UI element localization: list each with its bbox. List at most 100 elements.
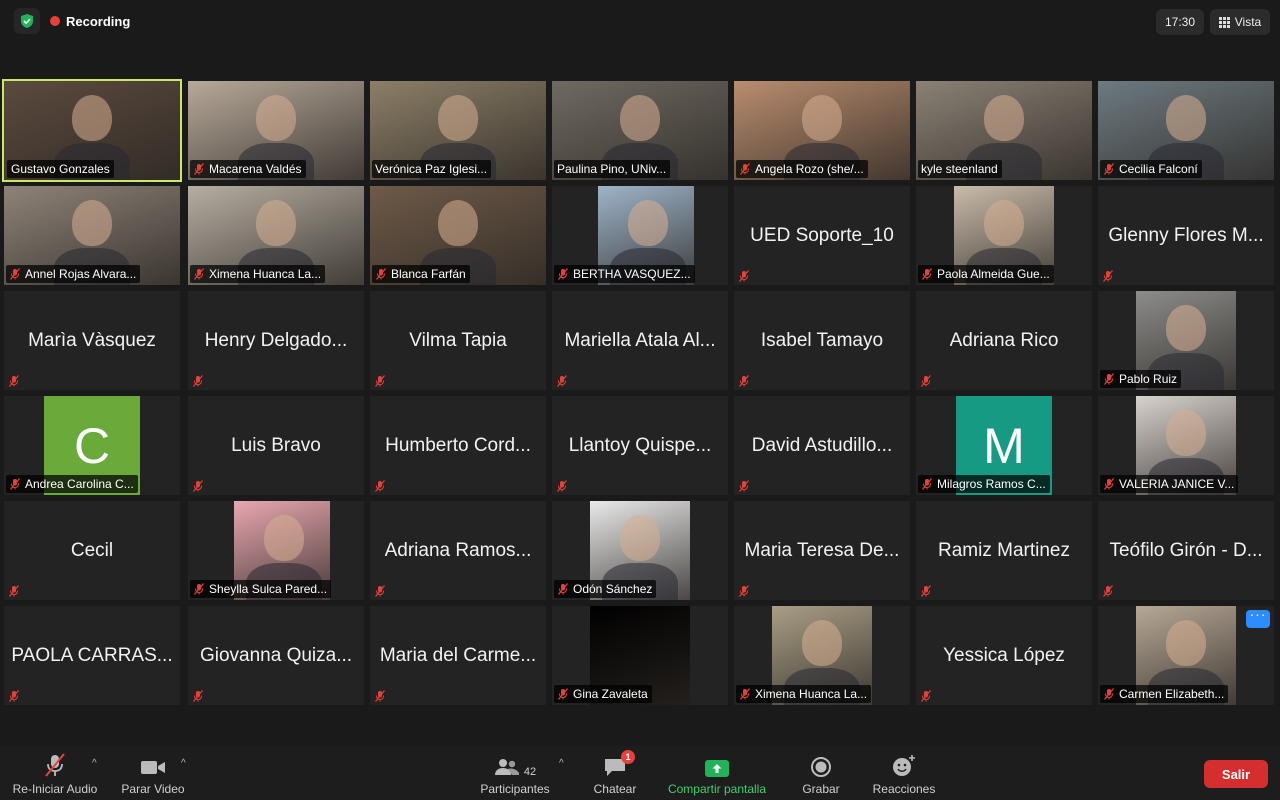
- participant-tile[interactable]: Marìa Vàsquez: [4, 291, 180, 390]
- muted-mic-icon: [1102, 269, 1114, 282]
- participant-tile[interactable]: Glenny Flores M...: [1098, 186, 1274, 285]
- participant-tile[interactable]: Gina Zavaleta: [552, 606, 728, 705]
- record-button[interactable]: Grabar: [796, 746, 846, 800]
- participant-name-text: Andrea Carolina C...: [25, 477, 134, 491]
- participant-tile[interactable]: Blanca Farfán: [370, 186, 546, 285]
- participant-tile[interactable]: Cecil: [4, 501, 180, 600]
- muted-mic-icon: [738, 374, 750, 387]
- video-options-chevron-icon[interactable]: ^: [181, 758, 186, 769]
- participant-name-label: Cecilia Falconí: [1100, 160, 1202, 178]
- face-silhouette: [72, 200, 112, 246]
- participant-tile[interactable]: Angela Rozo (she/...: [734, 81, 910, 180]
- participant-tile[interactable]: Odón Sánchez: [552, 501, 728, 600]
- participant-name-text: Ramiz Martinez: [938, 539, 1070, 561]
- muted-mic-icon: [557, 268, 573, 280]
- participant-tile[interactable]: Henry Delgado...: [188, 291, 364, 390]
- participant-name-text: Carmen Elizabeth...: [1119, 687, 1225, 701]
- muted-mic-icon: [375, 268, 391, 280]
- participant-tile[interactable]: Cecilia Falconí: [1098, 81, 1274, 180]
- meeting-clock: 17:30: [1156, 9, 1204, 35]
- participants-button[interactable]: 42 Participantes: [476, 746, 554, 800]
- participant-tile[interactable]: Llantoy Quispe...: [552, 396, 728, 495]
- participant-name-text: David Astudillo...: [751, 434, 893, 456]
- participant-tile[interactable]: PAOLA CARRAS...: [4, 606, 180, 705]
- participant-tile[interactable]: Adriana Rico: [916, 291, 1092, 390]
- participant-tile[interactable]: Macarena Valdés: [188, 81, 364, 180]
- leave-button[interactable]: Salir: [1204, 760, 1268, 788]
- record-button-label: Grabar: [802, 782, 840, 796]
- muted-mic-icon: [738, 479, 750, 492]
- participant-tile[interactable]: Carmen Elizabeth... ···: [1098, 606, 1274, 705]
- face-silhouette: [1166, 620, 1206, 666]
- participant-tile[interactable]: Yessica López: [916, 606, 1092, 705]
- participant-tile[interactable]: Paulina Pino, UNiv...: [552, 81, 728, 180]
- share-screen-button[interactable]: Compartir pantalla: [662, 746, 772, 800]
- participant-tile[interactable]: M Milagros Ramos C...: [916, 396, 1092, 495]
- participant-tile[interactable]: Maria Teresa De...: [734, 501, 910, 600]
- participant-tile[interactable]: C Andrea Carolina C...: [4, 396, 180, 495]
- video-button[interactable]: Parar Video: [118, 746, 188, 800]
- participant-display-name: Henry Delgado...: [188, 291, 364, 390]
- meeting-toolbar: Re-Iniciar Audio ^ Parar Video ^ 42 Part…: [0, 746, 1280, 800]
- face-silhouette: [1166, 95, 1206, 141]
- reactions-smiley-icon: [891, 746, 917, 778]
- face-silhouette: [984, 200, 1024, 246]
- muted-mic-icon: [921, 268, 937, 280]
- audio-options-chevron-icon[interactable]: ^: [92, 758, 97, 769]
- participant-tile[interactable]: Annel Rojas Alvara...: [4, 186, 180, 285]
- security-shield-icon[interactable]: [14, 8, 40, 34]
- more-options-button[interactable]: ···: [1246, 607, 1270, 628]
- muted-mic-icon: [192, 689, 204, 702]
- participant-tile[interactable]: Verónica Paz Iglesi...: [370, 81, 546, 180]
- face-silhouette: [802, 95, 842, 141]
- participant-tile[interactable]: Paola Almeida Gue...: [916, 186, 1092, 285]
- participant-tile[interactable]: Isabel Tamayo: [734, 291, 910, 390]
- participant-name-label: Macarena Valdés: [190, 160, 306, 178]
- participant-tile[interactable]: Luis Bravo: [188, 396, 364, 495]
- chat-button[interactable]: 1 Chatear: [590, 746, 640, 800]
- participant-tile[interactable]: Vilma Tapia: [370, 291, 546, 390]
- participant-tile[interactable]: Pablo Ruiz: [1098, 291, 1274, 390]
- participant-tile[interactable]: kyle steenland: [916, 81, 1092, 180]
- participant-name-label: Ximena Huanca La...: [736, 685, 872, 703]
- participant-tile[interactable]: Mariella Atala Al...: [552, 291, 728, 390]
- participant-tile[interactable]: BERTHA VASQUEZ...: [552, 186, 728, 285]
- participant-tile[interactable]: Giovanna Quiza...: [188, 606, 364, 705]
- recording-indicator[interactable]: Recording: [44, 8, 140, 34]
- participant-tile[interactable]: Teófilo Girón - D...: [1098, 501, 1274, 600]
- participant-tile[interactable]: Maria del Carme...: [370, 606, 546, 705]
- participant-name-text: Paulina Pino, UNiv...: [557, 162, 667, 176]
- participant-display-name: Giovanna Quiza...: [188, 606, 364, 705]
- grid-view-icon: [1218, 16, 1230, 28]
- participant-display-name: Marìa Vàsquez: [4, 291, 180, 390]
- participant-name-text: Marìa Vàsquez: [28, 329, 156, 351]
- participant-display-name: Ramiz Martinez: [916, 501, 1092, 600]
- participant-tile[interactable]: Ximena Huanca La...: [734, 606, 910, 705]
- participant-tile[interactable]: Adriana Ramos...: [370, 501, 546, 600]
- participant-tile[interactable]: Gustavo Gonzales: [2, 79, 182, 182]
- muted-mic-icon: [556, 374, 568, 387]
- audio-button[interactable]: Re-Iniciar Audio: [10, 746, 100, 800]
- participant-tile[interactable]: Humberto Cord...: [370, 396, 546, 495]
- participant-name-text: Isabel Tamayo: [760, 329, 884, 351]
- reactions-button[interactable]: Reacciones: [868, 746, 940, 800]
- participant-name-text: Annel Rojas Alvara...: [25, 267, 137, 281]
- muted-mic-icon: [921, 478, 937, 490]
- participants-options-chevron-icon[interactable]: ^: [559, 758, 564, 769]
- muted-mic-icon: [920, 689, 932, 702]
- participant-display-name: David Astudillo...: [734, 396, 910, 495]
- participant-tile[interactable]: Ximena Huanca La...: [188, 186, 364, 285]
- view-button[interactable]: Vista: [1210, 9, 1270, 35]
- participant-tile[interactable]: Ramiz Martinez: [916, 501, 1092, 600]
- participant-tile[interactable]: VALERIA JANICE V...: [1098, 396, 1274, 495]
- participant-tile[interactable]: Sheylla Sulca Pared...: [188, 501, 364, 600]
- participant-name-text: Paola Almeida Gue...: [937, 267, 1050, 281]
- recording-label: Recording: [66, 13, 131, 29]
- participant-tile[interactable]: UED Soporte_10: [734, 186, 910, 285]
- participant-name-text: Ximena Huanca La...: [209, 267, 322, 281]
- muted-mic-icon: [193, 268, 209, 280]
- participant-name-label: Gina Zavaleta: [554, 685, 652, 703]
- muted-microphone-icon: [42, 746, 68, 778]
- participant-name-label: Sheylla Sulca Pared...: [190, 580, 332, 598]
- participant-tile[interactable]: David Astudillo...: [734, 396, 910, 495]
